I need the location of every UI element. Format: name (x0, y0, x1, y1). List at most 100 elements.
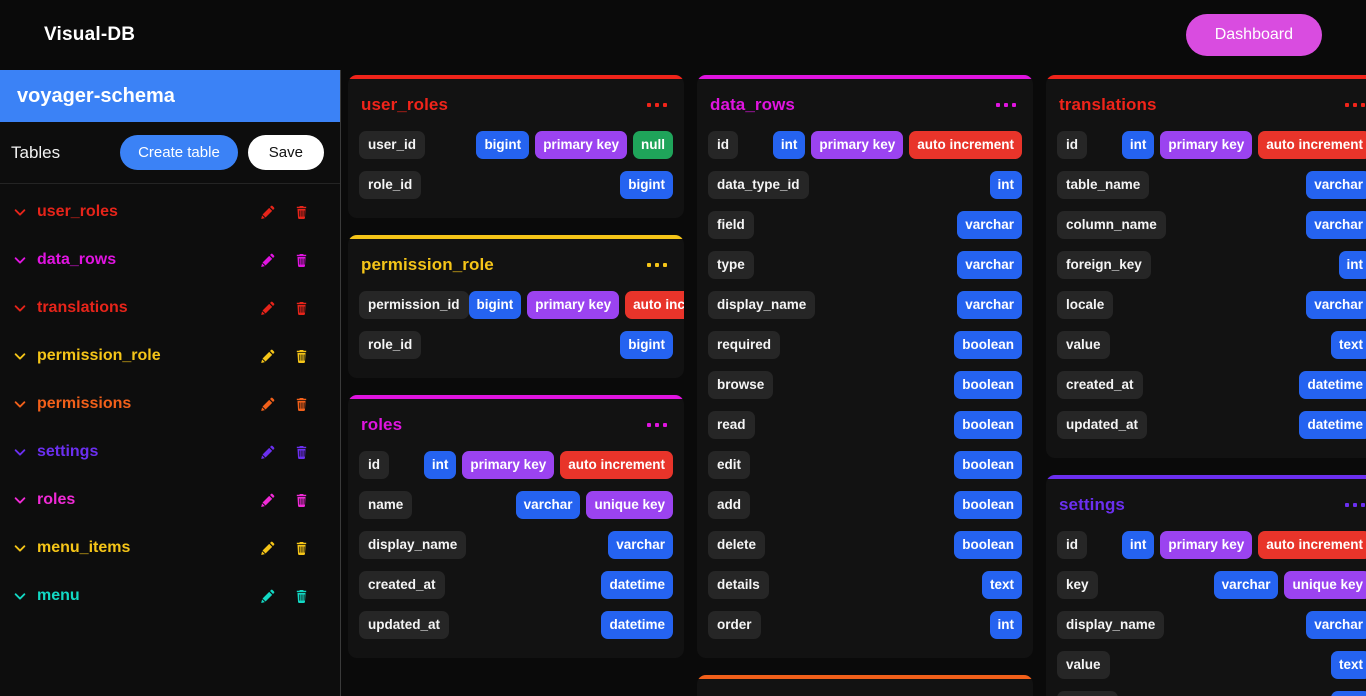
delete-trash-icon[interactable] (284, 349, 318, 364)
delete-trash-icon[interactable] (284, 541, 318, 556)
table-card-translations[interactable]: translations id int primary key auto increme… (1046, 75, 1366, 458)
sidebar-table-label: data_rows (37, 251, 117, 268)
app-brand-title: Visual-DB (44, 24, 136, 45)
field-name-pill: locale (1057, 291, 1114, 319)
field-name-pill: created_at (1057, 371, 1143, 399)
sidebar-table-item-user_roles[interactable]: user_roles (0, 188, 340, 236)
chevron-down-icon[interactable] (11, 253, 29, 267)
field-row[interactable]: role_id bigint (359, 325, 673, 365)
sidebar-table-item-roles[interactable]: roles (0, 476, 340, 524)
sidebar-table-item-permission_role[interactable]: permission_role (0, 332, 340, 380)
ellipsis-icon[interactable] (994, 99, 1018, 111)
table-card-roles[interactable]: roles id int primary key auto increment name v… (348, 395, 684, 658)
field-row[interactable]: display_name varchar (1057, 605, 1366, 645)
field-row[interactable]: edit boolean (708, 445, 1022, 485)
field-name-pill: created_at (359, 571, 445, 599)
field-row[interactable]: foreign_key int (1057, 245, 1366, 285)
field-row[interactable]: order int (708, 605, 1022, 645)
field-row[interactable]: table_name varchar (1057, 165, 1366, 205)
chevron-down-icon[interactable] (11, 205, 29, 219)
delete-trash-icon[interactable] (284, 397, 318, 412)
field-tag-type: datetime (1299, 371, 1366, 399)
table-card-data_rows[interactable]: data_rows id int primary key auto increment d… (697, 75, 1033, 658)
field-row[interactable]: created_at datetime (359, 565, 673, 605)
delete-trash-icon[interactable] (284, 589, 318, 604)
field-row[interactable]: required boolean (708, 325, 1022, 365)
field-tag-type: varchar (957, 211, 1022, 239)
chevron-down-icon[interactable] (11, 349, 29, 363)
field-row[interactable]: column_name varchar (1057, 205, 1366, 245)
delete-trash-icon[interactable] (284, 253, 318, 268)
save-button[interactable]: Save (247, 135, 324, 170)
field-row[interactable]: permission_idbigintprimary keyauto incre… (359, 285, 684, 325)
delete-trash-icon[interactable] (284, 493, 318, 508)
chevron-down-icon[interactable] (11, 445, 29, 459)
field-name-pill: updated_at (1057, 411, 1148, 439)
field-row[interactable]: details text (708, 565, 1022, 605)
delete-trash-icon[interactable] (284, 205, 318, 220)
chevron-down-icon[interactable] (11, 301, 29, 315)
table-card-permission_role[interactable]: permission_role permission_id bigint primar… (348, 235, 684, 378)
sidebar-table-item-menu_items[interactable]: menu_items (0, 524, 340, 572)
field-row[interactable]: id int primary key auto increment (1057, 125, 1366, 165)
field-row[interactable]: type varchar (708, 245, 1022, 285)
field-row[interactable]: read boolean (708, 405, 1022, 445)
field-row[interactable]: id int primary key auto increment (708, 125, 1022, 165)
field-row[interactable]: delete boolean (708, 525, 1022, 565)
ellipsis-icon[interactable] (645, 99, 669, 111)
ellipsis-icon[interactable] (645, 419, 669, 431)
edit-pencil-icon[interactable] (250, 301, 284, 316)
field-row[interactable]: value text (1057, 325, 1366, 365)
field-row[interactable]: updated_at datetime (359, 605, 673, 645)
table-card-settings[interactable]: settings id int primary key auto increment ke… (1046, 475, 1366, 696)
field-row[interactable]: role_id bigint (359, 165, 673, 205)
field-row[interactable]: display_name varchar (708, 285, 1022, 325)
field-row[interactable]: field varchar (708, 205, 1022, 245)
field-name-pill: data_type_id (708, 171, 809, 199)
chevron-down-icon[interactable] (11, 589, 29, 603)
field-row[interactable]: id int primary key auto increment (359, 445, 673, 485)
chevron-down-icon[interactable] (11, 493, 29, 507)
sidebar-table-item-settings[interactable]: settings (0, 428, 340, 476)
chevron-down-icon[interactable] (11, 541, 29, 555)
table-card-permissions[interactable]: permissions (697, 675, 1033, 696)
field-row[interactable]: data_type_id int (708, 165, 1022, 205)
sidebar-table-item-translations[interactable]: translations (0, 284, 340, 332)
field-name-pill: required (708, 331, 781, 359)
field-row[interactable]: id int primary key auto increment (1057, 525, 1366, 565)
field-row[interactable]: add boolean (708, 485, 1022, 525)
field-tag-group: boolean (954, 411, 1022, 439)
edit-pencil-icon[interactable] (250, 349, 284, 364)
dashboard-button[interactable]: Dashboard (1185, 14, 1322, 56)
ellipsis-icon[interactable] (1343, 99, 1366, 111)
ellipsis-icon[interactable] (645, 259, 669, 271)
chevron-down-icon[interactable] (11, 397, 29, 411)
field-row[interactable]: details text (1057, 685, 1366, 696)
sidebar-table-item-menu[interactable]: menu (0, 572, 340, 620)
edit-pencil-icon[interactable] (250, 445, 284, 460)
field-tag-group: boolean (954, 451, 1022, 479)
field-tag-group: text (1330, 651, 1366, 679)
edit-pencil-icon[interactable] (250, 541, 284, 556)
edit-pencil-icon[interactable] (250, 397, 284, 412)
field-row[interactable]: created_at datetime (1057, 365, 1366, 405)
edit-pencil-icon[interactable] (250, 205, 284, 220)
field-row[interactable]: name varchar unique key (359, 485, 673, 525)
delete-trash-icon[interactable] (284, 445, 318, 460)
field-row[interactable]: locale varchar (1057, 285, 1366, 325)
edit-pencil-icon[interactable] (250, 253, 284, 268)
table-card-user_roles[interactable]: user_roles user_id bigint primary key null ro… (348, 75, 684, 218)
field-row[interactable]: browse boolean (708, 365, 1022, 405)
field-row[interactable]: key varchar unique key (1057, 565, 1366, 605)
field-row[interactable]: value text (1057, 645, 1366, 685)
edit-pencil-icon[interactable] (250, 493, 284, 508)
sidebar-table-item-permissions[interactable]: permissions (0, 380, 340, 428)
ellipsis-icon[interactable] (1343, 499, 1366, 511)
field-row[interactable]: user_id bigint primary key null (359, 125, 673, 165)
sidebar-table-item-data_rows[interactable]: data_rows (0, 236, 340, 284)
field-row[interactable]: display_name varchar (359, 525, 673, 565)
delete-trash-icon[interactable] (284, 301, 318, 316)
edit-pencil-icon[interactable] (250, 589, 284, 604)
create-table-button[interactable]: Create table (120, 135, 238, 170)
field-row[interactable]: updated_at datetime (1057, 405, 1366, 445)
